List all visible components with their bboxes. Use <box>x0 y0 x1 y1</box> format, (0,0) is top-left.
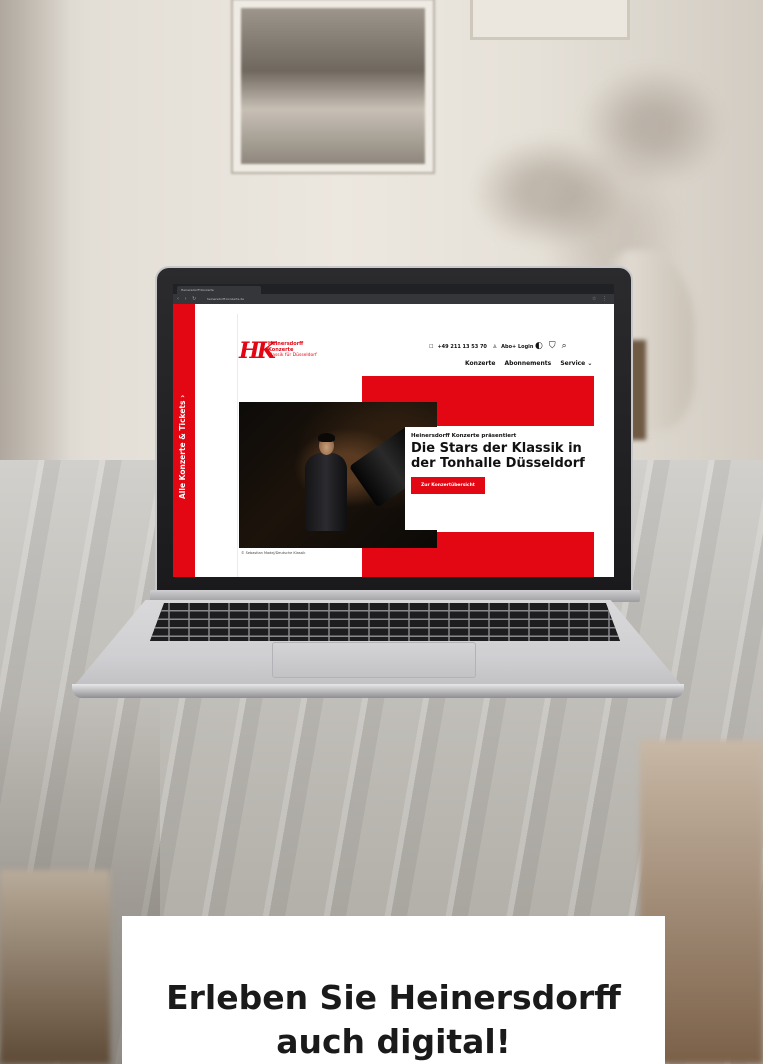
logo-icon[interactable]: HK <box>239 340 276 362</box>
picture-frame-left <box>231 0 435 174</box>
hero-title: Die Stars der Klassik in der Tonhalle Dü… <box>411 441 585 471</box>
nav-service[interactable]: Service ⌄ <box>560 360 592 367</box>
concert-overview-button[interactable]: Zur Konzertübersicht <box>411 477 485 494</box>
caption-line1: Erleben Sie Heinersdorff <box>166 978 621 1017</box>
keyboard-rows <box>150 603 620 641</box>
website: Alle Konzerte & Tickets › HK Heinersdorf… <box>173 304 614 577</box>
browser-toolbar-icons[interactable]: ☆ ⋮ <box>592 296 609 302</box>
contrast-icon[interactable]: ◐ <box>535 341 549 351</box>
search-icon[interactable]: ⌕ <box>562 341 573 351</box>
photo-credit: © Sebastian Madej/Deutsche Klassik <box>241 551 306 555</box>
hero-card: Heinersdorff Konzerte präsentiert Die St… <box>405 427 605 530</box>
dried-branches <box>470 60 730 280</box>
top-icons: ◐⛉⌕ <box>535 341 573 351</box>
caption-line2: auch digital! <box>276 1022 511 1061</box>
nav-konzerte[interactable]: Konzerte <box>465 360 495 367</box>
user-icon: ♙ <box>492 344 498 350</box>
phone-number[interactable]: +49 211 13 53 70 <box>437 344 486 350</box>
top-bar: ☐ +49 211 13 53 70 ♙ Abo+ Login <box>429 344 537 350</box>
phone-icon: ☐ <box>429 344 434 350</box>
hero-eyebrow: Heinersdorff Konzerte präsentiert <box>411 433 517 439</box>
side-rail-label[interactable]: Alle Konzerte & Tickets › <box>176 319 190 499</box>
trackpad <box>272 642 476 678</box>
floor-left <box>0 870 110 1064</box>
pianist-hair <box>318 433 335 442</box>
browser-tab[interactable]: Heinersdorff Konzerte <box>177 286 261 294</box>
picture-frame-right <box>470 0 630 40</box>
content-divider <box>237 314 238 577</box>
browser-url-text[interactable]: heinersdorff-konzerte.de <box>207 297 244 301</box>
main-navigation: Konzerte Abonnements Service ⌄ <box>465 360 599 367</box>
laptop-screen: Heinersdorff Konzerte ‹ › ↻ heinersdorff… <box>173 284 614 577</box>
basket-icon[interactable]: ⛉ <box>549 341 562 351</box>
nav-abonnements[interactable]: Abonnements <box>505 360 552 367</box>
browser-nav-arrows-icon[interactable]: ‹ › ↻ <box>177 296 198 302</box>
browser-address-bar: ‹ › ↻ heinersdorff-konzerte.de ☆ ⋮ <box>173 294 614 304</box>
login-link[interactable]: Abo+ Login <box>501 344 533 350</box>
logo-tagline: Klassik für Düsseldorf <box>268 353 317 358</box>
pianist-body <box>305 453 347 531</box>
laptop-front-edge <box>72 684 684 698</box>
caption-text: Erleben Sie Heinersdorff auch digital! <box>122 976 665 1064</box>
logo-text[interactable]: Heinersdorff Konzerte Klassik für Düssel… <box>268 341 317 359</box>
browser-tab-strip: Heinersdorff Konzerte <box>173 284 614 294</box>
caption-card: Erleben Sie Heinersdorff auch digital! <box>122 916 665 1064</box>
side-rail[interactable]: Alle Konzerte & Tickets › <box>173 304 195 577</box>
